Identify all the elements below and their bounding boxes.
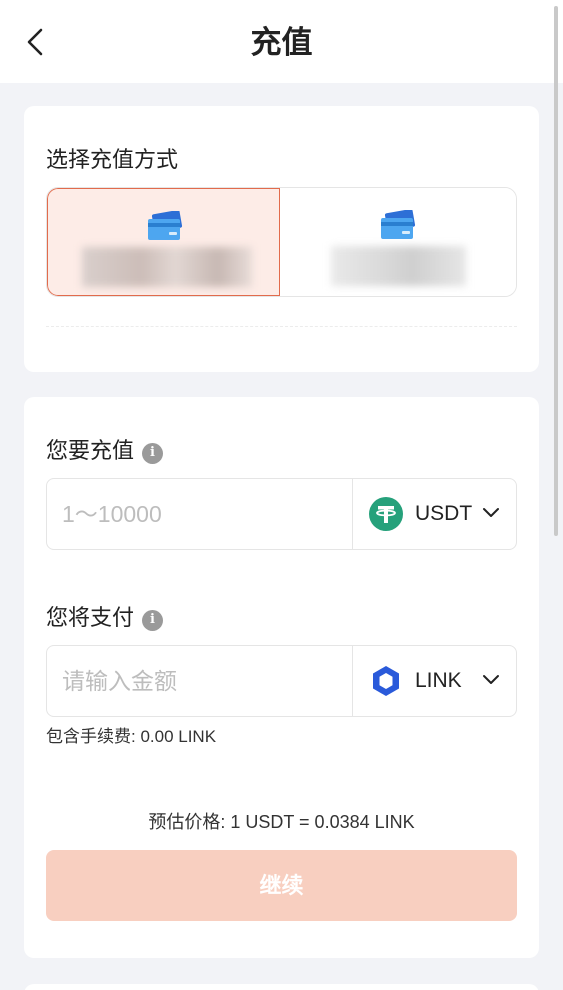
chevron-down-icon [483,675,499,684]
receive-currency-select[interactable]: USDT [352,479,517,549]
exchange-rate-text: 预估价格: 1 USDT = 0.0384 LINK [148,812,415,832]
method-option-selected[interactable] [47,188,280,296]
method-option[interactable] [281,188,516,296]
chevron-down-icon [483,508,499,517]
currency-label: USDT [415,502,473,525]
header-bar: 充值 [0,0,563,83]
bank-card-icon [381,210,416,239]
method-section-label: 选择充值方式 [46,148,179,173]
chainlink-icon [373,666,399,696]
amount-label-text: 您要充值 [46,439,135,464]
amount-input[interactable] [47,479,352,549]
amount-input-row: USDT [46,478,517,550]
pay-section-label: 您将支付 i [46,604,164,634]
currency-label: LINK [415,669,462,692]
pay-label-text: 您将支付 [46,606,135,631]
payment-method-card: 选择充值方式 [24,106,539,372]
pay-amount-input[interactable] [47,646,352,716]
pay-input-row: LINK [46,645,517,717]
tether-icon [369,497,403,531]
fee-text: 包含手续费: 0.00 LINK [46,727,217,746]
recharge-form-card: 您要充值 i USDT 您将支付 i LINK [24,397,539,958]
method-name-obscured [331,246,466,286]
method-options [46,187,517,297]
pay-currency-select[interactable]: LINK [352,646,517,716]
info-icon[interactable]: i [142,442,164,464]
method-name-obscured [82,247,252,287]
continue-button[interactable]: 继续 [46,850,517,921]
info-icon[interactable]: i [142,609,164,631]
scrollbar[interactable] [554,6,558,536]
amount-section-label: 您要充值 i [46,437,164,467]
page-title: 充值 [250,25,313,61]
bottom-card [24,984,539,990]
bank-card-icon [148,211,183,240]
divider [46,326,517,327]
